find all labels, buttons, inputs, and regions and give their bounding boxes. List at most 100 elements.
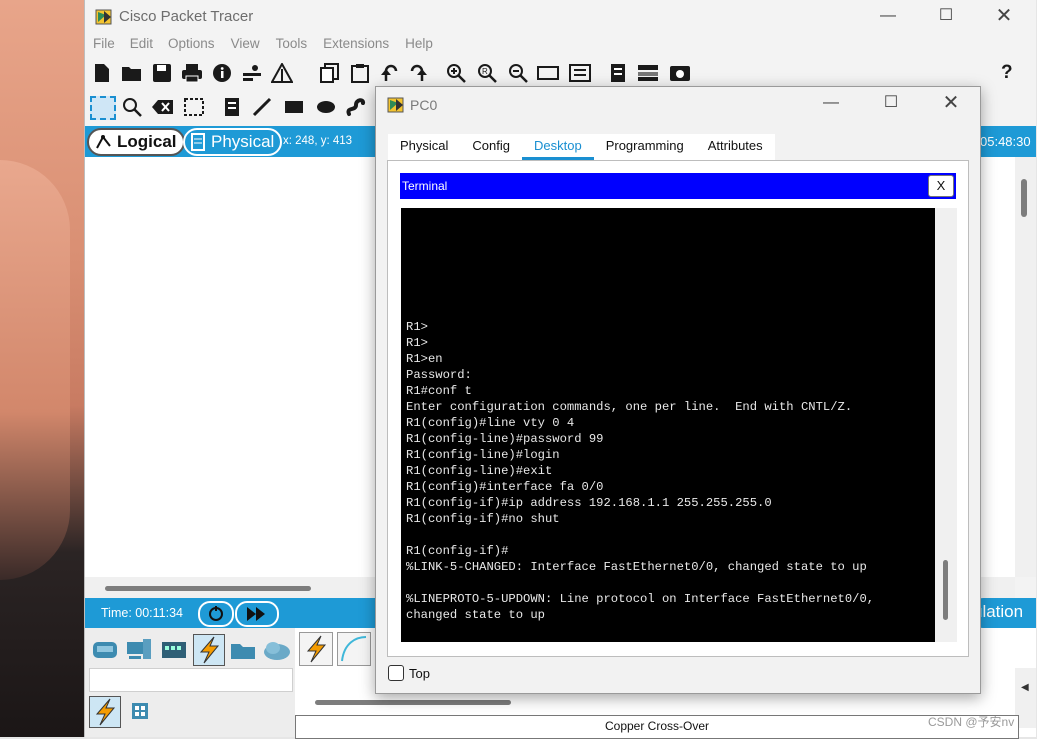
clock: 05:48:30 (980, 134, 1031, 149)
tab-attributes[interactable]: Attributes (696, 134, 775, 160)
vertical-scroll-thumb[interactable] (1021, 179, 1027, 217)
terminal-line: Enter configuration commands, one per li… (406, 400, 853, 414)
horizontal-scroll-thumb[interactable] (105, 586, 311, 591)
window-title: Cisco Packet Tracer (119, 8, 254, 25)
power-cycle-button[interactable] (198, 601, 234, 627)
secondary-toolbar (85, 93, 385, 123)
paste-icon[interactable] (349, 62, 371, 84)
terminal-line: changed state to up (406, 608, 545, 622)
connections-icon[interactable] (193, 634, 225, 666)
terminal-header: Terminal X (400, 173, 956, 199)
terminal-line: %LINK-5-CHANGED: Interface FastEthernet0… (406, 560, 867, 574)
logical-label: Logical (117, 132, 177, 151)
physical-label: Physical (211, 132, 275, 151)
terminal-line: Password: (406, 368, 472, 382)
connections-subtype-icon[interactable] (89, 696, 121, 728)
maximize-button[interactable]: ☐ (923, 0, 969, 32)
terminal-line: R1(config)#line vty 0 4 (406, 416, 575, 430)
help-icon[interactable]: ? (1001, 62, 1013, 84)
tab-config[interactable]: Config (460, 134, 522, 160)
terminal-line: R1(config-line)#password 99 (406, 432, 604, 446)
new-file-icon[interactable] (91, 62, 113, 84)
resize-shape-icon[interactable] (183, 96, 205, 118)
pc0-maximize-button[interactable]: ☐ (868, 87, 914, 119)
pdu-icon[interactable] (669, 62, 691, 84)
main-toolbar: R ? (91, 62, 1031, 88)
fast-forward-button[interactable] (235, 601, 279, 627)
vertical-scrollbar[interactable] (1015, 157, 1036, 577)
select-tool-icon[interactable] (90, 96, 116, 120)
terminal-output: R1> R1> R1>en Password: R1#conf t Enter confi… (406, 319, 874, 623)
grid-view-icon[interactable] (131, 702, 149, 720)
miscellaneous-icon[interactable] (229, 636, 257, 664)
redo-icon[interactable] (407, 62, 429, 84)
tab-programming[interactable]: Programming (594, 134, 696, 160)
terminal-scroll-thumb[interactable] (943, 560, 948, 620)
device-list-scroll-thumb[interactable] (315, 700, 511, 705)
network-info-icon[interactable] (241, 62, 263, 84)
menu-edit[interactable]: Edit (130, 36, 153, 58)
end-devices-icon[interactable] (125, 636, 153, 664)
draw-line-icon[interactable] (251, 96, 273, 118)
physical-icon (191, 133, 205, 151)
save-icon[interactable] (151, 62, 173, 84)
logical-tab[interactable]: Logical (87, 128, 185, 156)
freeform-icon[interactable] (345, 96, 367, 118)
pc0-minimize-button[interactable]: — (808, 87, 854, 119)
menu-extensions[interactable]: Extensions (323, 36, 389, 58)
menu-tools[interactable]: Tools (276, 36, 308, 58)
terminal-line: R1(config)#interface fa 0/0 (406, 480, 604, 494)
pc0-dialog: PC0 — ☐ ✕ Physical Config Desktop Progra… (375, 86, 981, 694)
copy-icon[interactable] (319, 62, 341, 84)
menu-file[interactable]: File (93, 36, 115, 58)
close-button[interactable]: ✕ (981, 0, 1027, 32)
network-devices-icon[interactable] (91, 636, 119, 664)
custom-devices-icon[interactable] (569, 62, 591, 84)
menu-options[interactable]: Options (168, 36, 215, 58)
undo-icon[interactable] (379, 62, 401, 84)
device-search-field[interactable] (89, 668, 293, 692)
physical-tab[interactable]: Physical (183, 128, 283, 156)
packet-tracer-logo-icon (95, 9, 112, 25)
zoom-out-icon[interactable] (507, 62, 529, 84)
cable-type-label: Copper Cross-Over (295, 715, 1019, 739)
draw-ellipse-icon[interactable] (315, 96, 337, 118)
multiuser-icon[interactable] (262, 636, 292, 664)
activity-wizard-icon[interactable] (271, 62, 293, 84)
delete-icon[interactable] (151, 96, 173, 118)
top-checkbox[interactable] (388, 665, 404, 681)
cycle-icon (209, 606, 223, 621)
terminal-scrollbar[interactable] (935, 208, 957, 642)
tab-desktop[interactable]: Desktop (522, 134, 594, 160)
menu-bar: File Edit Options View Tools Extensions … (85, 36, 433, 58)
scroll-left-arrow-icon[interactable]: ◀ (1021, 682, 1029, 693)
simulation-tab[interactable]: ulation (973, 598, 1037, 628)
components-icon[interactable] (160, 636, 188, 664)
print-icon[interactable] (181, 62, 203, 84)
tab-physical[interactable]: Physical (388, 134, 460, 160)
simulation-time: Time: 00:11:34 (101, 606, 183, 620)
console-cable-icon[interactable] (337, 632, 371, 666)
inspect-icon[interactable] (121, 96, 143, 118)
fast-forward-icon (247, 607, 265, 621)
desktop-panel: Terminal X R1> R1> R1>en Password: R1#conf t… (387, 160, 969, 657)
open-folder-icon[interactable] (121, 62, 143, 84)
drawing-palette-icon[interactable] (537, 62, 559, 84)
zoom-reset-icon[interactable]: R (476, 62, 498, 84)
cluster-icon[interactable] (637, 62, 659, 84)
minimize-button[interactable]: — (865, 0, 911, 32)
auto-connection-icon[interactable] (299, 632, 333, 666)
draw-rectangle-icon[interactable] (283, 96, 305, 118)
pc0-tab-bar: Physical Config Desktop Programming Attr… (388, 134, 968, 160)
pc0-close-button[interactable]: ✕ (928, 87, 974, 119)
menu-view[interactable]: View (231, 36, 260, 58)
info-icon[interactable] (211, 62, 233, 84)
terminal-line: R1(config-line)#login (406, 448, 560, 462)
terminal-close-button[interactable]: X (928, 175, 954, 197)
zoom-in-icon[interactable] (445, 62, 467, 84)
device-template-icon[interactable] (607, 62, 629, 84)
terminal-screen[interactable]: R1> R1> R1>en Password: R1#conf t Enter confi… (401, 208, 935, 642)
menu-help[interactable]: Help (405, 36, 433, 58)
place-note-icon[interactable] (221, 96, 243, 118)
